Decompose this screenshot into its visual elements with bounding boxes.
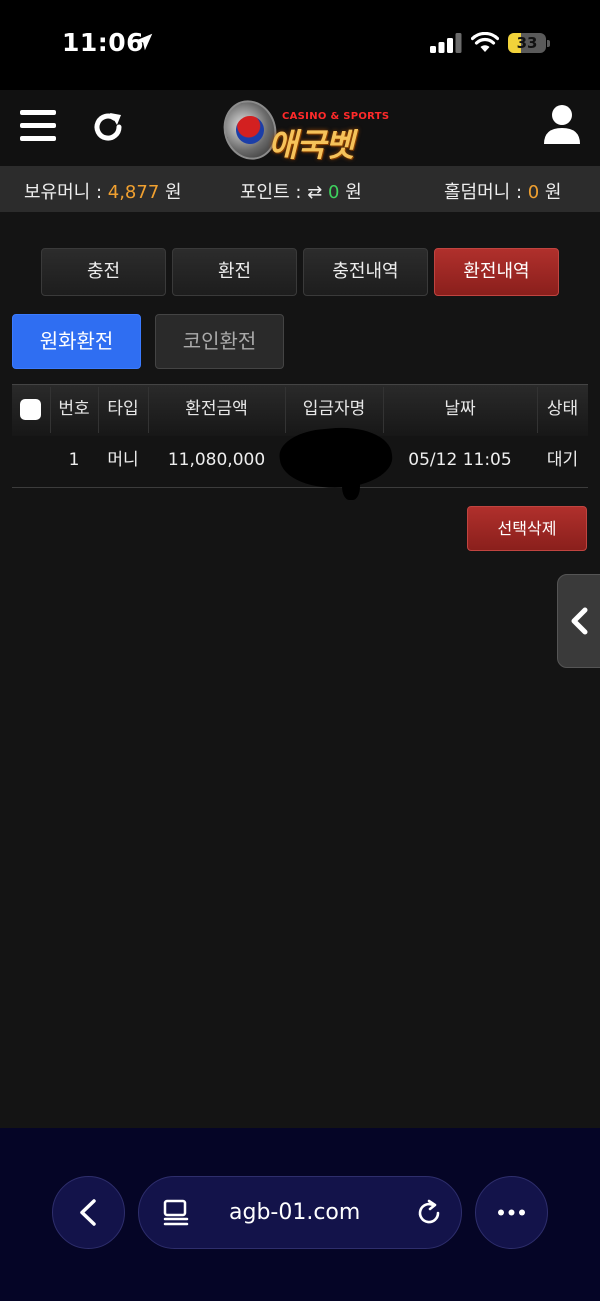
wifi-icon [471, 32, 499, 52]
holdem-value: 0 [527, 182, 540, 203]
page-menu-icon[interactable] [163, 1199, 189, 1227]
location-arrow-icon [135, 33, 153, 51]
coin-exchange-button[interactable]: 코인환전 [155, 314, 284, 369]
url-text: agb-01.com [229, 1200, 361, 1225]
table-header: 번호 타입 환전금액 입금자명 날짜 상태 [12, 384, 588, 436]
table-row[interactable]: 1 머니 11,080,000 05/12 11:05 대기 [12, 422, 588, 500]
money-balance: 보유머니 : 4,877 원 [24, 182, 182, 203]
tab-exchange[interactable]: 환전 [172, 248, 297, 296]
krw-exchange-button[interactable]: 원화환전 [12, 314, 141, 369]
row-amount: 11,080,000 [167, 450, 266, 470]
select-all-checkbox[interactable] [20, 399, 41, 420]
point-balance[interactable]: 포인트 : ⇄ 0 원 [240, 178, 362, 204]
site-logo[interactable]: CASINO & SPORTS 애국벳 [216, 93, 389, 167]
battery-percent: 33 [516, 34, 538, 52]
balance-bar: 보유머니 : 4,877 원 포인트 : ⇄ 0 원 홀덤머니 : 0 원 [0, 166, 600, 212]
more-options-button[interactable] [475, 1176, 548, 1249]
side-panel-toggle[interactable] [557, 574, 600, 668]
header-type: 타입 [107, 399, 139, 419]
refresh-icon[interactable] [90, 109, 126, 145]
exchange-history-table: 번호 타입 환전금액 입금자명 날짜 상태 1 머니 11,080,000 05… [12, 384, 588, 500]
main-content: 충전 환전 충전내역 환전내역 원화환전 코인환전 번호 타입 환전금액 입금자… [0, 212, 600, 1128]
header-status: 상태 [546, 399, 579, 419]
row-number: 1 [68, 450, 80, 470]
reload-icon[interactable] [415, 1199, 443, 1227]
header-amount: 환전금액 [185, 399, 248, 419]
status-bar: 11:06 33 [0, 0, 600, 90]
browser-back-button[interactable] [52, 1176, 125, 1249]
tab-charge-history[interactable]: 충전내역 [303, 248, 428, 296]
cellular-signal-icon [430, 33, 462, 53]
holdem-balance: 홀덤머니 : 0 원 [444, 182, 562, 203]
status-time: 11:06 [62, 28, 145, 57]
chevron-left-icon [80, 1199, 96, 1226]
delete-selected-button[interactable]: 선택삭제 [467, 506, 587, 551]
tab-exchange-history[interactable]: 환전내역 [434, 248, 559, 296]
address-bar[interactable]: agb-01.com [138, 1176, 462, 1249]
redaction-mark-tail [342, 466, 360, 500]
ellipsis-icon [498, 1209, 525, 1216]
battery-icon: 33 [508, 33, 550, 53]
row-status: 대기 [546, 450, 579, 470]
chevron-left-icon [571, 607, 588, 635]
row-date: 05/12 11:05 [408, 450, 512, 470]
user-profile-icon[interactable] [543, 104, 581, 146]
swap-icon[interactable]: ⇄ [307, 182, 322, 203]
browser-toolbar: agb-01.com [0, 1128, 600, 1301]
app-header: CASINO & SPORTS 애국벳 [0, 90, 600, 167]
hamburger-menu-icon[interactable] [20, 110, 56, 144]
header-date: 날짜 [444, 399, 476, 419]
row-type: 머니 [107, 450, 139, 470]
point-value: 0 [328, 182, 340, 203]
header-number: 번호 [58, 399, 90, 419]
tab-charge[interactable]: 충전 [41, 248, 166, 296]
money-value: 4,877 [107, 182, 160, 203]
